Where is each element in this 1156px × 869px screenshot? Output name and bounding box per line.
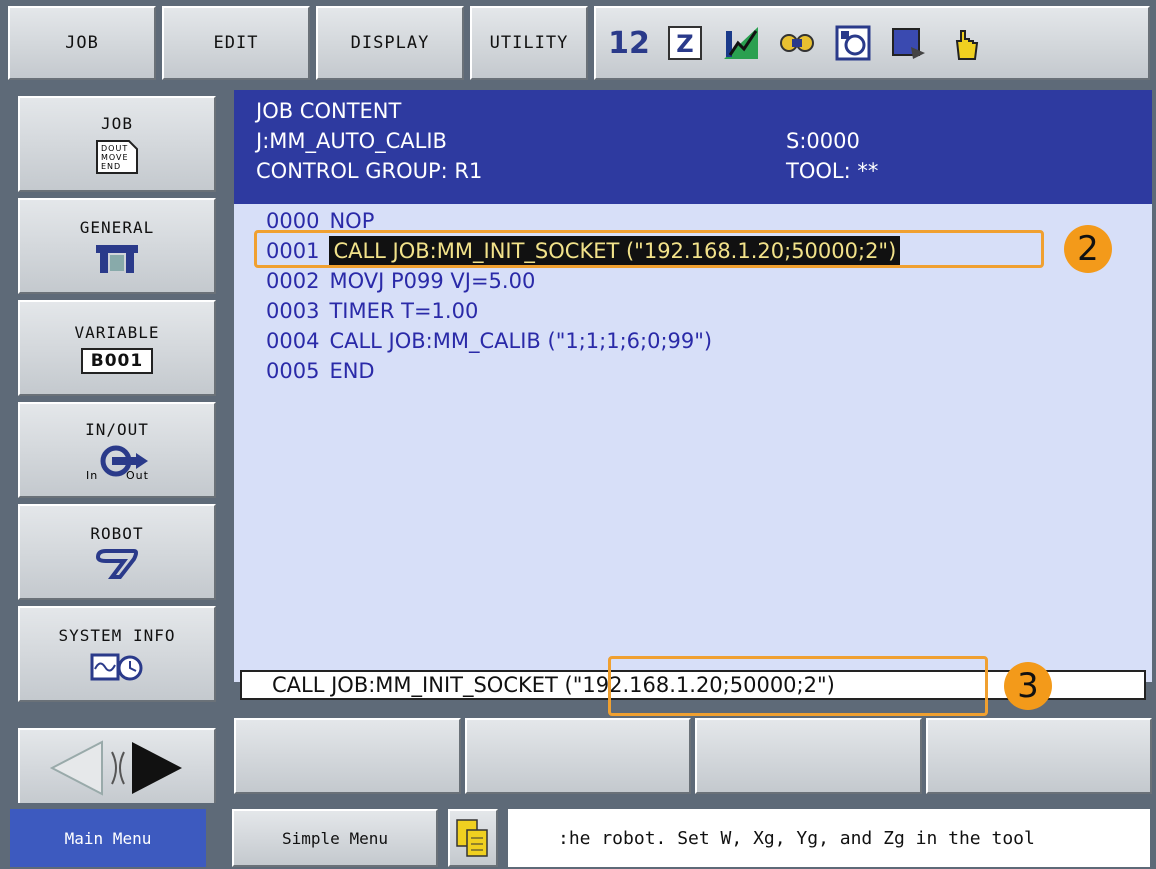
- system-info-icon: [90, 653, 143, 680]
- side-system-info-button[interactable]: SYSTEM INFO: [18, 606, 216, 702]
- code-line[interactable]: 0002 MOVJ P099 VJ=5.00: [266, 266, 1152, 296]
- step-number: S:0000: [786, 129, 860, 153]
- side-general-label: GENERAL: [79, 217, 155, 237]
- job-code-area[interactable]: 0000 NOP 0001 CALL JOB:MM_INIT_SOCKET ("19…: [234, 204, 1152, 682]
- control-group: CONTROL GROUP: R1: [256, 159, 483, 183]
- side-robot-button[interactable]: ROBOT: [18, 504, 216, 600]
- menu-utility-button[interactable]: UTILITY: [470, 6, 588, 80]
- job-header: JOB CONTENT J:MM_AUTO_CALIB S:0000 CONTRO…: [234, 90, 1152, 204]
- svg-text:Z: Z: [676, 30, 693, 58]
- function-key-4[interactable]: [925, 718, 1152, 794]
- svg-text:Out: Out: [126, 469, 149, 481]
- annotation-marker-3: 3: [1004, 662, 1052, 710]
- function-key-2[interactable]: [464, 718, 691, 794]
- side-job-button[interactable]: JOB DOUT MOVE END: [18, 96, 216, 192]
- side-general-button[interactable]: GENERAL: [18, 198, 216, 294]
- in-out-icon: In Out: [86, 445, 149, 481]
- hand-icon: [946, 24, 984, 62]
- key-icon: [778, 24, 816, 62]
- side-menu-panel: JOB DOUT MOVE END GENERAL VARIABLE B001 …: [0, 88, 230, 803]
- tool-number: TOOL: **: [786, 159, 879, 183]
- side-in-out-label: IN/OUT: [85, 419, 149, 439]
- code-line[interactable]: 0004 CALL JOB:MM_CALIB ("1;1;1;6;0;99"): [266, 326, 1152, 356]
- simple-menu-button[interactable]: Simple Menu: [232, 809, 438, 867]
- signal-icon: [722, 24, 760, 62]
- job-content-panel: JOB CONTENT J:MM_AUTO_CALIB S:0000 CONTRO…: [230, 88, 1156, 803]
- side-in-out-button[interactable]: IN/OUT In Out: [18, 402, 216, 498]
- svg-text:END: END: [101, 162, 121, 171]
- variable-icon: B001: [80, 347, 154, 374]
- bottom-bar: Main Menu Simple Menu :he robot. Set W, …: [0, 803, 1156, 869]
- nav-separator-icon: [111, 751, 125, 785]
- message-text: :he robot. Set W, Xg, Yg, and Zg in the …: [508, 809, 1150, 867]
- top-menu-bar: JOB EDIT DISPLAY UTILITY 12 Z: [0, 0, 1156, 88]
- message-icon[interactable]: [448, 809, 498, 867]
- teach-icon: [834, 24, 872, 62]
- nav-right-arrow-icon[interactable]: [132, 742, 182, 794]
- annotation-marker-2: 2: [1064, 225, 1112, 273]
- svg-text:DOUT: DOUT: [101, 144, 128, 153]
- annotation-box-2: [254, 230, 1044, 268]
- job-content-title: JOB CONTENT: [256, 99, 402, 123]
- side-system-info-label: SYSTEM INFO: [58, 625, 176, 645]
- side-job-label: JOB: [101, 113, 133, 133]
- function-key-3[interactable]: [695, 718, 922, 794]
- function-key-row: [234, 718, 1152, 796]
- menu-job-button[interactable]: JOB: [8, 6, 156, 80]
- svg-text:MOVE: MOVE: [101, 153, 129, 162]
- nav-left-arrow-icon[interactable]: [49, 740, 103, 796]
- code-line[interactable]: 0003 TIMER T=1.00: [266, 296, 1152, 326]
- main-menu-button[interactable]: Main Menu: [10, 809, 206, 867]
- side-variable-button[interactable]: VARIABLE B001: [18, 300, 216, 396]
- side-robot-label: ROBOT: [90, 523, 144, 543]
- mode-12-icon: 12: [608, 25, 650, 61]
- robot-arm-icon: [95, 548, 138, 579]
- function-key-1[interactable]: [234, 718, 461, 794]
- code-line[interactable]: 0005 END: [266, 356, 1152, 386]
- page-nav-arrows: [18, 728, 216, 808]
- menu-display-button[interactable]: DISPLAY: [316, 6, 464, 80]
- annotation-box-3: [608, 656, 988, 716]
- general-tool-icon: [96, 244, 138, 273]
- menu-edit-button[interactable]: EDIT: [162, 6, 310, 80]
- job-doc-icon: DOUT MOVE END: [96, 139, 138, 174]
- edit-mode-icon: Z: [666, 24, 704, 62]
- svg-text:In: In: [86, 469, 98, 481]
- status-icon-area: 12 Z: [594, 6, 1150, 80]
- step-icon: [890, 24, 928, 62]
- side-variable-label: VARIABLE: [74, 322, 160, 342]
- job-name: J:MM_AUTO_CALIB: [256, 129, 447, 153]
